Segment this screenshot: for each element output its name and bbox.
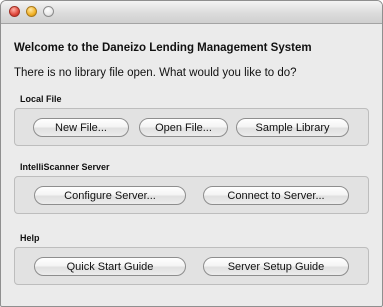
welcome-headline: Welcome to the Daneizo Lending Managemen… bbox=[14, 42, 312, 54]
help-group: Quick Start Guide Server Setup Guide bbox=[14, 247, 369, 285]
new-file-button[interactable]: New File... bbox=[33, 118, 129, 137]
server-label: IntelliScanner Server bbox=[20, 162, 110, 172]
local-file-group: New File... Open File... Sample Library bbox=[14, 108, 369, 146]
welcome-window: Welcome to the Daneizo Lending Managemen… bbox=[0, 0, 383, 307]
minimize-window-icon[interactable] bbox=[26, 6, 37, 17]
help-label: Help bbox=[20, 233, 40, 243]
server-setup-guide-button[interactable]: Server Setup Guide bbox=[203, 257, 349, 276]
configure-server-button[interactable]: Configure Server... bbox=[34, 186, 186, 205]
connect-server-button[interactable]: Connect to Server... bbox=[203, 186, 349, 205]
welcome-prompt: There is no library file open. What woul… bbox=[14, 67, 297, 79]
sample-library-button[interactable]: Sample Library bbox=[236, 118, 349, 137]
quick-start-guide-button[interactable]: Quick Start Guide bbox=[34, 257, 186, 276]
open-file-button[interactable]: Open File... bbox=[139, 118, 228, 137]
server-group: Configure Server... Connect to Server... bbox=[14, 176, 369, 214]
dialog-content: Welcome to the Daneizo Lending Managemen… bbox=[14, 23, 369, 305]
close-window-icon[interactable] bbox=[9, 6, 20, 17]
title-bar[interactable] bbox=[1, 1, 382, 24]
local-file-label: Local File bbox=[20, 94, 62, 104]
zoom-window-icon[interactable] bbox=[43, 6, 54, 17]
